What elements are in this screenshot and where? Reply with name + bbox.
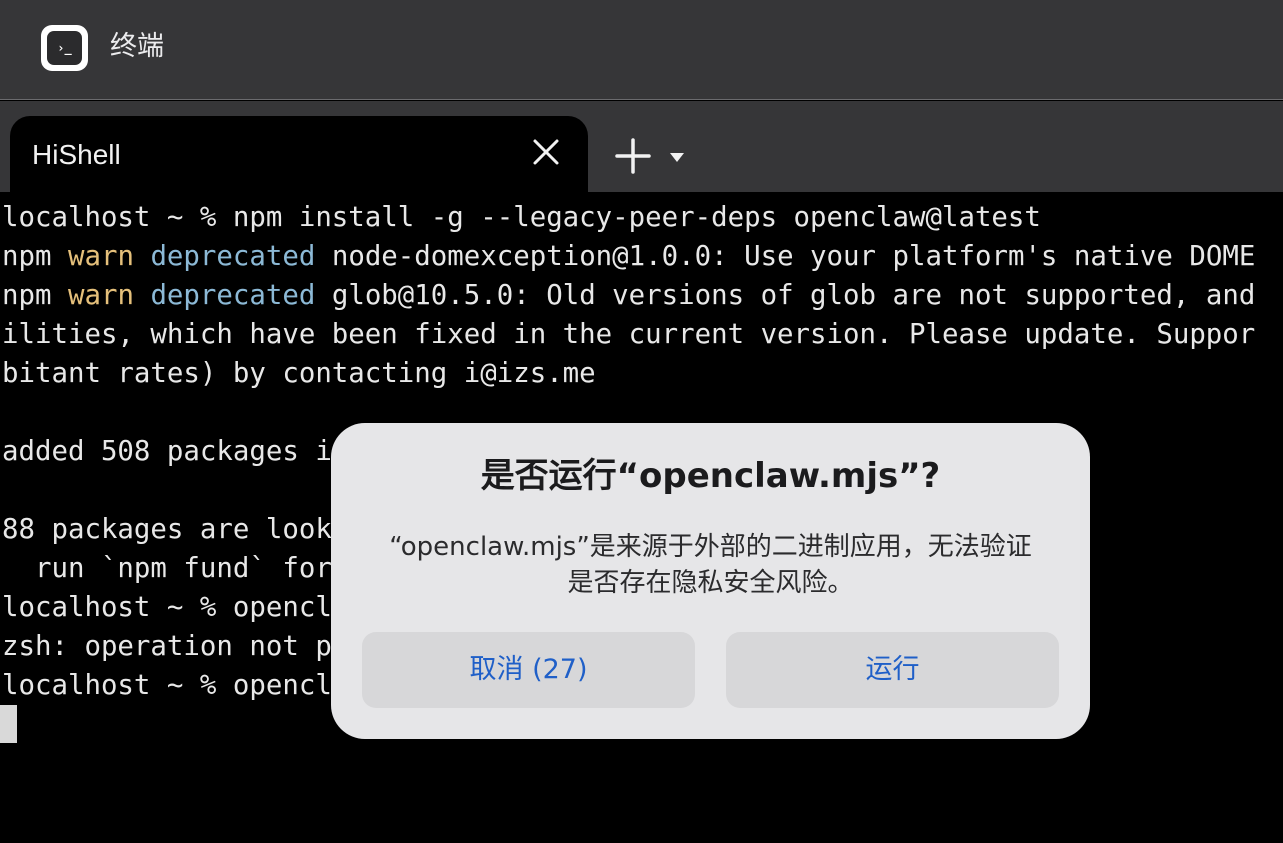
terminal-line: added 508 packages i [2,432,332,471]
run-button[interactable]: 运行 [726,632,1059,708]
warn-label: warn [67,241,134,272]
terminal-text: ilities, which have been fixed in the cu… [2,319,1256,350]
dialog-message: “openclaw.mjs”是来源于外部的二进制应用，无法验证是否存在隐私安全风… [389,532,1032,598]
terminal-line: localhost ~ % opencl [2,666,332,705]
terminal-text: run `npm fund` for [2,553,332,584]
terminal-text: localhost ~ % opencl [2,592,332,623]
deprecated-label: deprecated [150,280,316,311]
terminal-line: npm warn deprecated node-domexception@1.… [2,237,1255,276]
terminal-text: localhost ~ % opencl [2,670,332,701]
terminal-cursor [0,705,17,743]
terminal-line: 88 packages are look [2,510,332,549]
terminal-line: localhost ~ % npm install -g --legacy-pe… [2,198,1041,237]
terminal-icon-glyph: ›_ [47,31,82,65]
run-confirmation-dialog: 是否运行“openclaw.mjs”? “openclaw.mjs”是来源于外部… [331,423,1090,739]
terminal-text: bitant rates) by contacting i@izs.me [2,358,596,389]
deprecated-label: deprecated [150,241,316,272]
warn-label: warn [67,280,134,311]
terminal-text: zsh: operation not p [2,631,332,662]
tab-bar: HiShell [0,101,1283,192]
dialog-title: 是否运行“openclaw.mjs”? [480,456,941,496]
terminal-line: ilities, which have been fixed in the cu… [2,315,1255,354]
close-icon[interactable] [530,136,562,168]
chevron-down-icon[interactable] [666,147,688,167]
terminal-line: localhost ~ % opencl [2,588,332,627]
cancel-button[interactable]: 取消 (27) [362,632,695,708]
terminal-text: localhost ~ % npm install -g --legacy-pe… [2,202,1041,233]
terminal-text: npm [2,280,68,311]
terminal-text: npm [2,241,68,272]
tab-hishell[interactable]: HiShell [10,116,588,192]
terminal-text: 88 packages are look [2,514,332,545]
terminal-line: zsh: operation not p [2,627,332,666]
terminal-line: bitant rates) by contacting i@izs.me [2,354,596,393]
terminal-text: glob@10.5.0: Old versions of glob are no… [315,280,1256,311]
plus-icon[interactable] [612,137,654,175]
app-titlebar: ›_ 终端 [0,0,1283,100]
terminal-text: node-domexception@1.0.0: Use your platfo… [315,241,1256,272]
terminal-line: npm warn deprecated glob@10.5.0: Old ver… [2,276,1255,315]
app-title: 终端 [110,31,164,62]
terminal-line: run `npm fund` for [2,549,332,588]
terminal-text: added 508 packages i [2,436,332,467]
tab-label: HiShell [32,139,121,170]
terminal-icon: ›_ [41,25,88,71]
